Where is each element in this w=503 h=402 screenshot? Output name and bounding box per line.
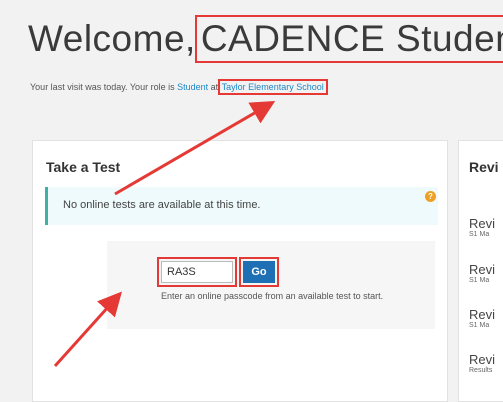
review-title: Revi (469, 159, 499, 175)
review-item-title: Revi (469, 262, 496, 277)
user-name-highlight: CADENCE Student (194, 15, 503, 63)
passcode-panel: Go Enter an online passcode from an avai… (107, 241, 435, 329)
last-visit-line: Your last visit was today. Your role is … (30, 79, 328, 95)
alert-text: No online tests are available at this ti… (63, 199, 261, 211)
review-card: Revi Revi S1 Ma Revi S1 Ma Revi S1 Ma Re… (458, 140, 503, 402)
review-item-sub: Results (469, 367, 493, 374)
welcome-heading: Welcome, CADENCE Student (28, 15, 503, 63)
review-item-title: Revi (469, 307, 496, 322)
no-tests-alert: No online tests are available at this ti… (45, 187, 438, 225)
review-item[interactable]: Revi S1 Ma (469, 216, 495, 238)
review-item-sub: S1 Ma (469, 277, 490, 284)
review-item-title: Revi (469, 216, 496, 231)
review-item-sub: S1 Ma (469, 322, 490, 329)
at-text: at (210, 82, 219, 92)
welcome-prefix: Welcome, (28, 18, 196, 59)
go-button[interactable]: Go (239, 257, 279, 287)
take-test-card: Take a Test No online tests are availabl… (32, 140, 448, 402)
last-visit-text: Your last visit was today. Your role is (30, 82, 175, 92)
review-item-title: Revi (469, 352, 496, 367)
review-item-sub: S1 Ma (469, 231, 490, 238)
passcode-help-text: Enter an online passcode from an availab… (161, 291, 384, 301)
school-link[interactable]: Taylor Elementary School (217, 79, 328, 95)
take-test-title: Take a Test (46, 159, 121, 175)
role-link[interactable]: Student (177, 82, 208, 92)
passcode-input[interactable] (157, 257, 237, 287)
review-item[interactable]: Revi S1 Ma (469, 262, 495, 284)
review-item[interactable]: Revi S1 Ma (469, 307, 495, 329)
review-item[interactable]: Revi Results (469, 352, 495, 374)
help-icon[interactable]: ? (425, 191, 436, 202)
